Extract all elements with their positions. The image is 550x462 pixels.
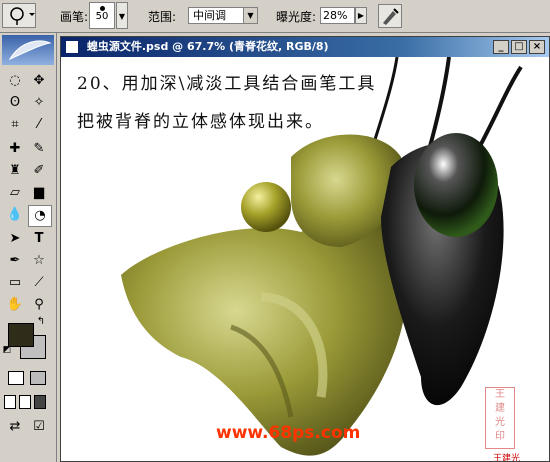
image-canvas[interactable]: 20、用加深\减淡工具结合画笔工具 把被背脊的立体感体现出来。 www.68ps… xyxy=(61,57,549,462)
feather-logo-icon xyxy=(8,40,52,61)
zoom-tool[interactable]: ⚲ xyxy=(28,295,50,315)
airbrush-toggle-button[interactable] xyxy=(378,4,402,28)
eye-shape xyxy=(414,133,498,237)
lasso-tool[interactable]: ʘ xyxy=(4,93,26,113)
healing-brush-tool[interactable]: ✚ xyxy=(4,139,26,159)
minimize-button[interactable]: _ xyxy=(493,40,509,54)
brush-tool[interactable]: ✎ xyxy=(28,139,50,159)
document-titlebar[interactable]: 蝗虫源文件.psd @ 67.7% (青脊花纹, RGB/8) _ □ × xyxy=(61,37,549,57)
pen-tool[interactable]: ✒ xyxy=(4,251,26,271)
tool-preset-picker[interactable] xyxy=(2,3,36,28)
dodge-tool-icon xyxy=(10,7,35,25)
screen-mode-full-menu-button[interactable] xyxy=(19,395,31,409)
history-brush-tool[interactable]: ✐ xyxy=(28,161,50,181)
close-button[interactable]: × xyxy=(529,40,545,54)
watermark-url: www.68ps.com xyxy=(216,423,361,443)
standard-mode-button[interactable] xyxy=(8,371,24,385)
eyedropper-tool[interactable]: ⟋ xyxy=(28,273,50,293)
move-tool[interactable]: ✥ xyxy=(28,71,50,91)
exposure-slider-arrow[interactable]: ▶ xyxy=(355,7,367,24)
photoshop-document-icon xyxy=(65,40,79,54)
maximize-button[interactable]: □ xyxy=(511,40,527,54)
brush-size: 50 xyxy=(95,11,109,22)
toolbox-header-logo xyxy=(2,35,54,65)
shape-tool[interactable]: ☆ xyxy=(28,251,50,271)
chevron-down-icon: ▼ xyxy=(243,8,257,23)
gradient-tool[interactable]: ▆ xyxy=(28,183,50,203)
marquee-tool[interactable]: ◌ xyxy=(4,71,26,91)
body-shape xyxy=(121,213,408,456)
exposure-input[interactable]: 28% xyxy=(320,7,355,24)
clone-stamp-tool[interactable]: ♜ xyxy=(4,161,26,181)
hand-tool[interactable]: ✋ xyxy=(4,295,26,315)
artist-signature: 王建光 xyxy=(493,454,521,462)
range-value: 中间调 xyxy=(193,9,226,22)
screen-mode-standard-button[interactable] xyxy=(4,395,16,409)
brush-label: 画笔: xyxy=(60,10,89,24)
range-label: 范围: xyxy=(148,10,177,24)
blur-tool[interactable]: 💧 xyxy=(4,205,26,225)
toolbox: ◌ ✥ ʘ ✧ ⌗ ⁄ ✚ ✎ ♜ ✐ ▱ ▆ 💧 ◔ ➤ T ✒ ☆ ▭ ⟋ … xyxy=(0,33,57,462)
crop-tool[interactable]: ⌗ xyxy=(4,115,26,135)
jump-to-imageready-icon[interactable]: ⇄ xyxy=(4,417,26,437)
brush-dropdown-arrow[interactable]: ▼ xyxy=(116,2,128,29)
slice-tool[interactable]: ⁄ xyxy=(28,115,50,135)
dodge-tool[interactable]: ◔ xyxy=(28,205,52,227)
exposure-label: 曝光度: xyxy=(276,10,317,24)
caption-line-2: 把被背脊的立体感体现出来。 xyxy=(77,112,324,132)
swap-colors-icon[interactable]: ↰ xyxy=(34,316,48,328)
range-select[interactable]: 中间调 ▼ xyxy=(188,7,258,24)
eraser-tool[interactable]: ▱ xyxy=(4,183,26,203)
artist-seal-stamp: 王建光印 xyxy=(485,387,515,449)
notes-tool[interactable]: ▭ xyxy=(4,273,26,293)
caption-line-1: 20、用加深\减淡工具结合画笔工具 xyxy=(77,74,377,94)
brush-preset-box[interactable]: 50 xyxy=(89,2,115,29)
knob-shape xyxy=(241,182,291,232)
path-selection-tool[interactable]: ➤ xyxy=(4,229,26,249)
magic-wand-tool[interactable]: ✧ xyxy=(28,93,50,113)
type-tool[interactable]: T xyxy=(28,229,50,249)
document-window: 蝗虫源文件.psd @ 67.7% (青脊花纹, RGB/8) _ □ × 20… xyxy=(60,36,550,462)
screen-mode-full-button[interactable] xyxy=(34,395,46,409)
airbrush-icon xyxy=(383,8,399,25)
options-bar: 画笔: 50 ▼ 范围: 中间调 ▼ 曝光度: 28% ▶ xyxy=(0,0,550,33)
document-title: 蝗虫源文件.psd @ 67.7% (青脊花纹, RGB/8) xyxy=(86,40,329,53)
default-colors-icon[interactable]: ◩ xyxy=(2,345,12,355)
foreground-color-swatch[interactable] xyxy=(8,323,34,347)
exposure-value: 28% xyxy=(323,9,348,22)
check-icon[interactable]: ☑ xyxy=(28,417,50,437)
quick-mask-button[interactable] xyxy=(30,371,46,385)
